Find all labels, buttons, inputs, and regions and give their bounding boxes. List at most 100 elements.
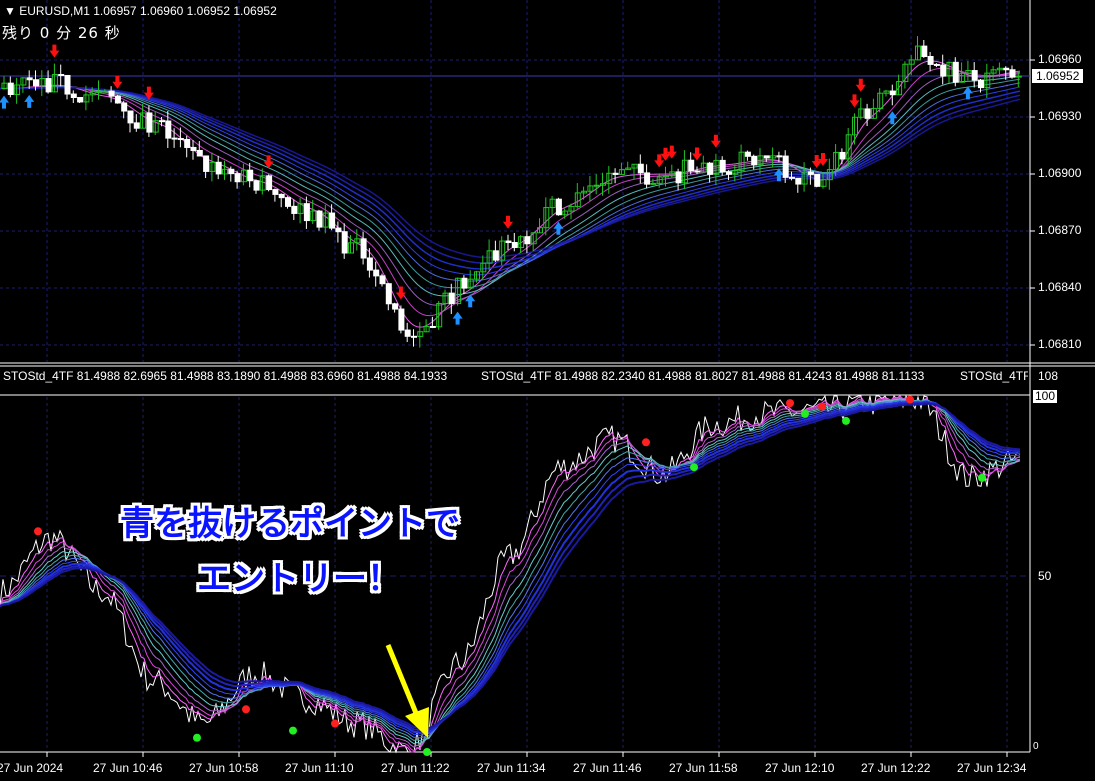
bear-candle (272, 189, 279, 195)
buy-signal-dot (193, 733, 201, 742)
time-label: 27 Jun 10:58 (189, 761, 259, 775)
bear-candle (398, 308, 405, 331)
bear-candle (341, 231, 348, 254)
bear-candle (789, 176, 795, 179)
time-label: 27 Jun 11:22 (381, 761, 450, 775)
bear-candle (190, 146, 197, 151)
sell-arrow-icon (503, 215, 513, 229)
bull-candle (593, 184, 600, 187)
bear-candle (448, 292, 455, 305)
stochastic-line (0, 396, 1021, 752)
buy-arrow-icon (0, 95, 9, 109)
bear-candle (719, 159, 726, 173)
sell-signal-dot (34, 527, 42, 536)
indicator-label: STOStd_4TF 81.4988 82.6965 81.4988 83.18… (3, 369, 448, 383)
indicator-axis-label: 108 (1038, 369, 1059, 383)
bear-candle (108, 90, 115, 97)
buy-signal-dot (690, 463, 698, 472)
bear-candle (335, 227, 342, 233)
stochastic-line (0, 401, 1021, 732)
sell-signal-dot (642, 438, 650, 447)
bull-candle (102, 90, 109, 93)
buy-arrow-icon (452, 311, 463, 325)
candle-countdown: 残り 0 分 26 秒 (2, 24, 121, 42)
bear-candle (171, 137, 178, 140)
bear-candle (121, 102, 128, 112)
sell-signal-dot (242, 705, 250, 714)
bear-candle (492, 250, 499, 261)
price-label: 1.06960 (1038, 52, 1082, 66)
bear-candle (411, 335, 417, 338)
bear-candle (707, 162, 714, 175)
bear-candle (795, 177, 802, 185)
price-label: 1.06870 (1038, 223, 1082, 237)
bear-candle (839, 151, 846, 160)
stochastic-line (0, 399, 1021, 742)
bear-candle (196, 149, 203, 157)
bear-candle (64, 74, 71, 95)
sell-signal-dot (818, 402, 826, 411)
buy-arrow-icon (24, 94, 35, 108)
bear-candle (159, 120, 165, 123)
bear-candle (329, 212, 336, 229)
bear-candle (266, 175, 273, 191)
time-label: 27 Jun 11:58 (669, 761, 738, 775)
bear-candle (971, 70, 978, 81)
indicator-label: STOStd_4TF 81.4988 82.2340 81.4988 81.80… (481, 369, 925, 383)
buy-arrow-icon (465, 294, 476, 308)
bear-candle (58, 74, 65, 77)
bear-candle (316, 210, 323, 228)
bear-candle (385, 283, 392, 305)
sell-arrow-icon (849, 94, 860, 108)
price-label: 1.06900 (1038, 166, 1082, 180)
buy-signal-dot (842, 416, 850, 425)
bear-candle (7, 82, 14, 96)
bear-candle (524, 236, 531, 245)
bear-candle (133, 122, 140, 129)
annotation-line-2: エントリー！ (197, 559, 401, 599)
bear-candle (215, 161, 222, 175)
bear-candle (940, 64, 947, 77)
time-label: 27 Jun 11:34 (477, 761, 546, 775)
bear-candle (146, 112, 153, 133)
bear-candle (184, 138, 191, 148)
symbol-info: ▼ EURUSD,M1 1.06957 1.06960 1.06952 1.06… (4, 4, 277, 18)
bear-candle (114, 95, 121, 104)
bear-candle (612, 172, 619, 175)
price-label: 1.06930 (1038, 109, 1082, 123)
bear-candle (505, 240, 512, 244)
bear-candle (782, 155, 789, 178)
annotation-line-1: 青を抜けるポイントで (120, 504, 460, 544)
bear-candle (228, 168, 235, 175)
bear-candle (751, 155, 758, 166)
bear-candle (278, 193, 285, 199)
bear-candle (694, 170, 701, 173)
time-label: 27 Jun 12:34 (957, 761, 1027, 775)
time-label: 27 Jun 12:22 (861, 761, 931, 775)
bear-candle (675, 171, 682, 184)
current-price-tag: 1.06952 (1032, 69, 1084, 83)
buy-signal-dot (978, 473, 986, 482)
bear-candle (637, 163, 644, 174)
bear-candle (404, 329, 411, 337)
time-label: 27 Jun 11:46 (573, 761, 642, 775)
chart-canvas[interactable] (0, 0, 1095, 781)
bear-candle (366, 257, 373, 271)
bear-candle (77, 97, 84, 103)
price-label: 1.06840 (1038, 280, 1082, 294)
stochastic-line (0, 394, 1021, 754)
bear-candle (927, 55, 934, 65)
time-label: 27 Jun 11:10 (285, 761, 354, 775)
sell-arrow-icon (692, 147, 702, 161)
bear-candle (379, 275, 386, 285)
bear-candle (978, 79, 984, 89)
bear-candle (177, 138, 184, 141)
bull-candle (96, 90, 102, 93)
stochastic-line (0, 399, 1021, 739)
sell-arrow-icon (112, 75, 123, 89)
bear-candle (889, 90, 896, 96)
sell-signal-dot (906, 395, 914, 404)
bear-candle (203, 155, 210, 172)
symbol-quote: EURUSD,M1 1.06957 1.06960 1.06952 1.0695… (19, 4, 277, 18)
bear-candle (726, 171, 732, 175)
